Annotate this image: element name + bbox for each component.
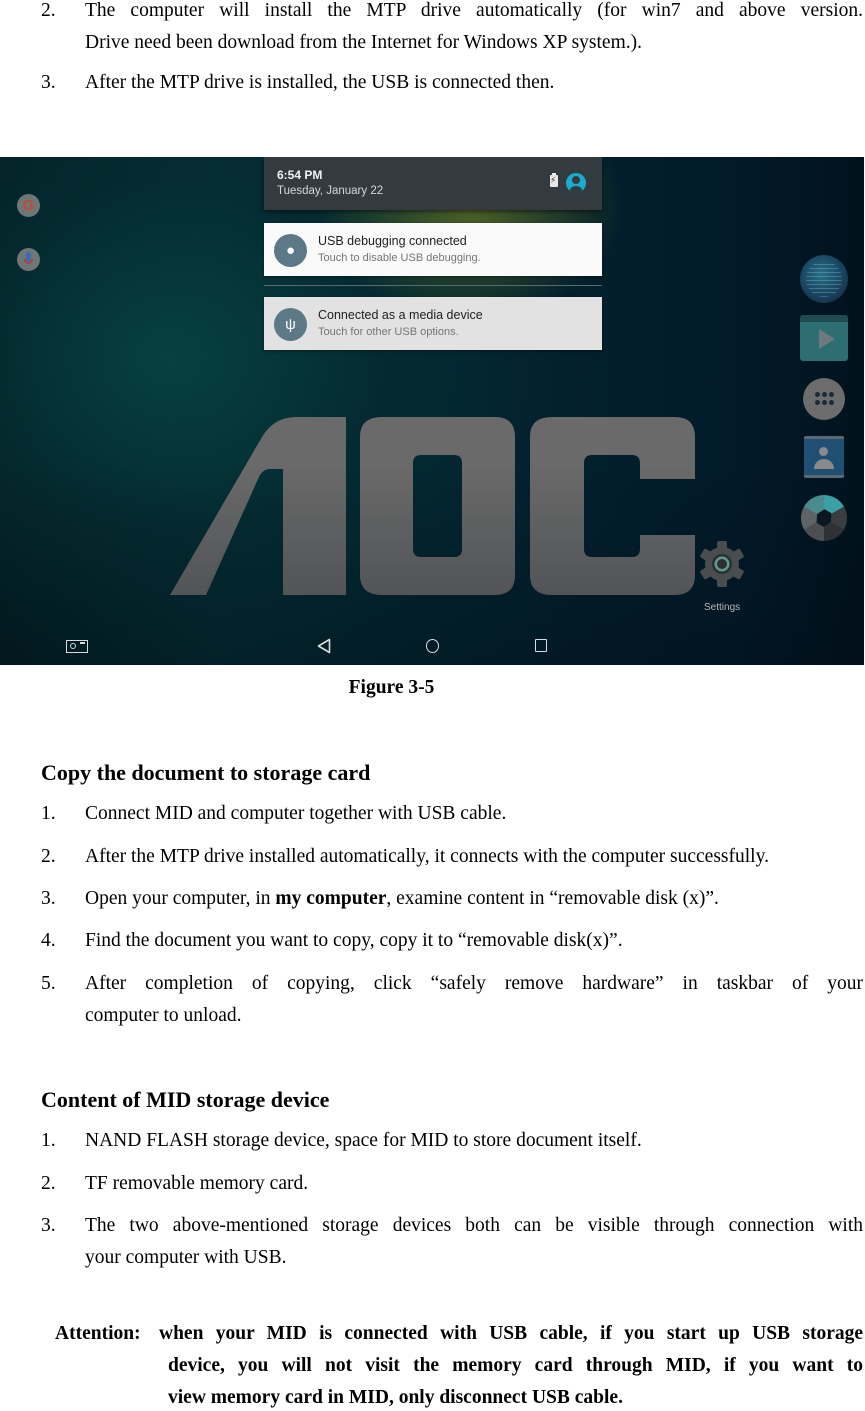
notification-title: USB debugging connected bbox=[318, 234, 467, 248]
step-text: After the MTP drive is installed, the US… bbox=[85, 72, 555, 93]
step-number: 1. bbox=[41, 1130, 56, 1151]
settings-gear-icon bbox=[700, 541, 744, 587]
figure-caption: Figure 3-5 bbox=[348, 677, 435, 698]
clock-date: Tuesday, January 22 bbox=[277, 185, 384, 197]
attention-text: view memory card in MID, only disconnect… bbox=[168, 1387, 623, 1408]
step-number: 4. bbox=[41, 930, 56, 951]
step-text: Find the document you want to copy, copy… bbox=[85, 930, 623, 951]
android-debug-icon: ● bbox=[274, 234, 307, 267]
account-circle-icon[interactable] bbox=[566, 173, 586, 193]
section-heading: Copy the document to storage card bbox=[41, 760, 371, 785]
step-text: After completion of copying, click “safe… bbox=[85, 973, 863, 994]
clock-time: 6:54 PM bbox=[277, 168, 323, 182]
back-icon[interactable] bbox=[317, 638, 331, 654]
step-text: Connect MID and computer together with U… bbox=[85, 803, 507, 824]
video-player-icon[interactable] bbox=[800, 315, 848, 361]
step-text: TF removable memory card. bbox=[85, 1173, 309, 1194]
step-text: your computer with USB. bbox=[85, 1247, 287, 1268]
step-number: 2. bbox=[41, 0, 56, 21]
battery-charging-icon bbox=[550, 173, 558, 187]
step-number: 3. bbox=[41, 1215, 56, 1236]
step-text-post: , examine content in “removable disk (x)… bbox=[386, 888, 719, 909]
step-text: computer to unload. bbox=[85, 1005, 242, 1026]
step-text: The two above-mentioned storage devices … bbox=[85, 1215, 863, 1236]
notification-subtitle: Touch to disable USB debugging. bbox=[318, 252, 481, 264]
google-search-icon[interactable]: G bbox=[17, 194, 40, 217]
attention-text: device, you will not visit the memory ca… bbox=[168, 1355, 863, 1376]
notification-usb-debugging[interactable]: ● USB debugging connected Touch to disab… bbox=[264, 223, 602, 276]
browser-icon[interactable] bbox=[800, 255, 848, 303]
android-screenshot: 6:54 PM Tuesday, January 22 ● USB debugg… bbox=[0, 157, 864, 665]
notification-title: Connected as a media device bbox=[318, 308, 483, 322]
contacts-icon[interactable] bbox=[804, 436, 844, 478]
step-text: After the MTP drive installed automatica… bbox=[85, 846, 769, 867]
home-icon[interactable] bbox=[426, 639, 439, 653]
step-number: 3. bbox=[41, 888, 56, 909]
notification-subtitle: Touch for other USB options. bbox=[318, 326, 459, 338]
step-text-pre: Open your computer, in bbox=[85, 888, 276, 909]
step-text: The computer will install the MTP drive … bbox=[85, 0, 863, 21]
settings-shortcut[interactable] bbox=[697, 539, 747, 589]
usb-icon: ψ bbox=[274, 308, 307, 341]
step-text: NAND FLASH storage device, space for MID… bbox=[85, 1130, 642, 1151]
all-apps-icon[interactable] bbox=[803, 378, 845, 420]
section-heading: Content of MID storage device bbox=[41, 1087, 330, 1112]
quick-settings-header[interactable]: 6:54 PM Tuesday, January 22 bbox=[264, 157, 602, 210]
step-text: Open your computer, in my computer, exam… bbox=[85, 887, 719, 911]
camera-icon[interactable] bbox=[801, 495, 847, 541]
step-number: 3. bbox=[41, 72, 56, 93]
notification-divider bbox=[264, 285, 602, 286]
attention-label: Attention: bbox=[55, 1323, 141, 1344]
step-number: 1. bbox=[41, 803, 56, 824]
settings-label: Settings bbox=[704, 602, 741, 613]
step-number: 5. bbox=[41, 973, 56, 994]
step-number: 2. bbox=[41, 1173, 56, 1194]
notification-media-device[interactable]: ψ Connected as a media device Touch for … bbox=[264, 297, 602, 350]
step-text: Drive need been download from the Intern… bbox=[85, 32, 642, 53]
recents-icon[interactable] bbox=[535, 639, 547, 652]
step-text-bold: my computer bbox=[275, 888, 387, 909]
attention-text: when your MID is connected with USB cabl… bbox=[159, 1323, 863, 1344]
step-number: 2. bbox=[41, 846, 56, 867]
voice-search-icon[interactable] bbox=[17, 248, 40, 271]
screenshot-icon[interactable] bbox=[66, 640, 88, 653]
